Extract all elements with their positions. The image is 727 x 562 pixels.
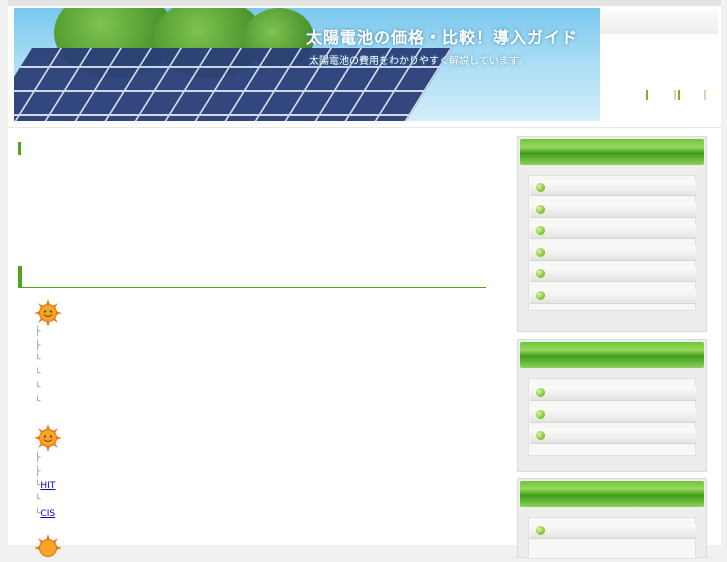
sidebar-menu-item[interactable] [530,386,696,401]
bullet-icon [536,388,545,397]
sidebar-menu-item[interactable] [530,224,696,239]
section-heading-bar [18,266,486,288]
site-title: 太陽電池の価格・比較！導入ガイド [306,28,579,47]
list-item: ├ [35,467,41,477]
sidebar-menu-item[interactable] [530,246,696,261]
site-subtitle: 太陽電池の費用をわかりやすく解説しています。 [309,56,528,67]
sidebar-menu-box [517,339,707,472]
sun-face-icon [34,299,62,327]
sidebar-menu-header [520,342,704,368]
sun-face-icon [34,534,62,557]
bullet-icon [536,226,545,235]
list-item: └ [35,495,41,505]
page: 太陽電池の価格・比較！導入ガイド 太陽電池の費用をわかりやすく解説しています。 … [8,0,721,559]
list-item: ├ [35,327,41,337]
tree-link[interactable]: CIS [40,508,68,520]
top-strip [8,0,721,6]
nav-separator [678,90,680,100]
header-banner[interactable]: 太陽電池の価格・比較！導入ガイド 太陽電池の費用をわかりやすく解説しています。 [14,8,600,121]
sidebar-menu-box [517,478,707,559]
bullet-icon [536,205,545,214]
sidebar-menu-item[interactable] [530,267,696,282]
nav-separator [704,90,706,100]
sidebar-menu-header [520,139,704,165]
sidebar-menu-box [517,136,707,332]
list-item: └HIT [35,480,70,492]
bullet-icon [536,248,545,257]
tree-link[interactable]: HIT [40,480,70,492]
sidebar-menu-item[interactable] [530,203,696,218]
list-item: └ [35,355,41,365]
sidebar-menu-item[interactable] [530,181,696,196]
nav-separator [674,90,676,100]
bullet-icon [536,526,545,535]
bullet-icon [536,291,545,300]
bullet-icon [536,183,545,192]
list-item: └CIS [35,508,68,520]
sidebar-menu-item[interactable] [530,524,696,539]
sidebar-menu-item[interactable] [530,408,696,423]
bullet-icon [536,431,545,440]
header-nav-bar [600,10,718,34]
list-item: └ [35,369,41,379]
list-item: └ [35,397,41,407]
header-divider [8,127,721,128]
list-item: ├ [35,341,41,351]
nav-separator [646,90,648,100]
list-item: └ [35,383,41,393]
sidebar-menu-header [520,481,704,507]
section-heading-marker [18,142,21,155]
sidebar-menu-item[interactable] [530,289,696,304]
bullet-icon [536,269,545,278]
sidebar-menu-item[interactable] [530,429,696,444]
list-item: ├ [35,453,41,463]
bullet-icon [536,410,545,419]
sun-face-icon [34,424,62,452]
